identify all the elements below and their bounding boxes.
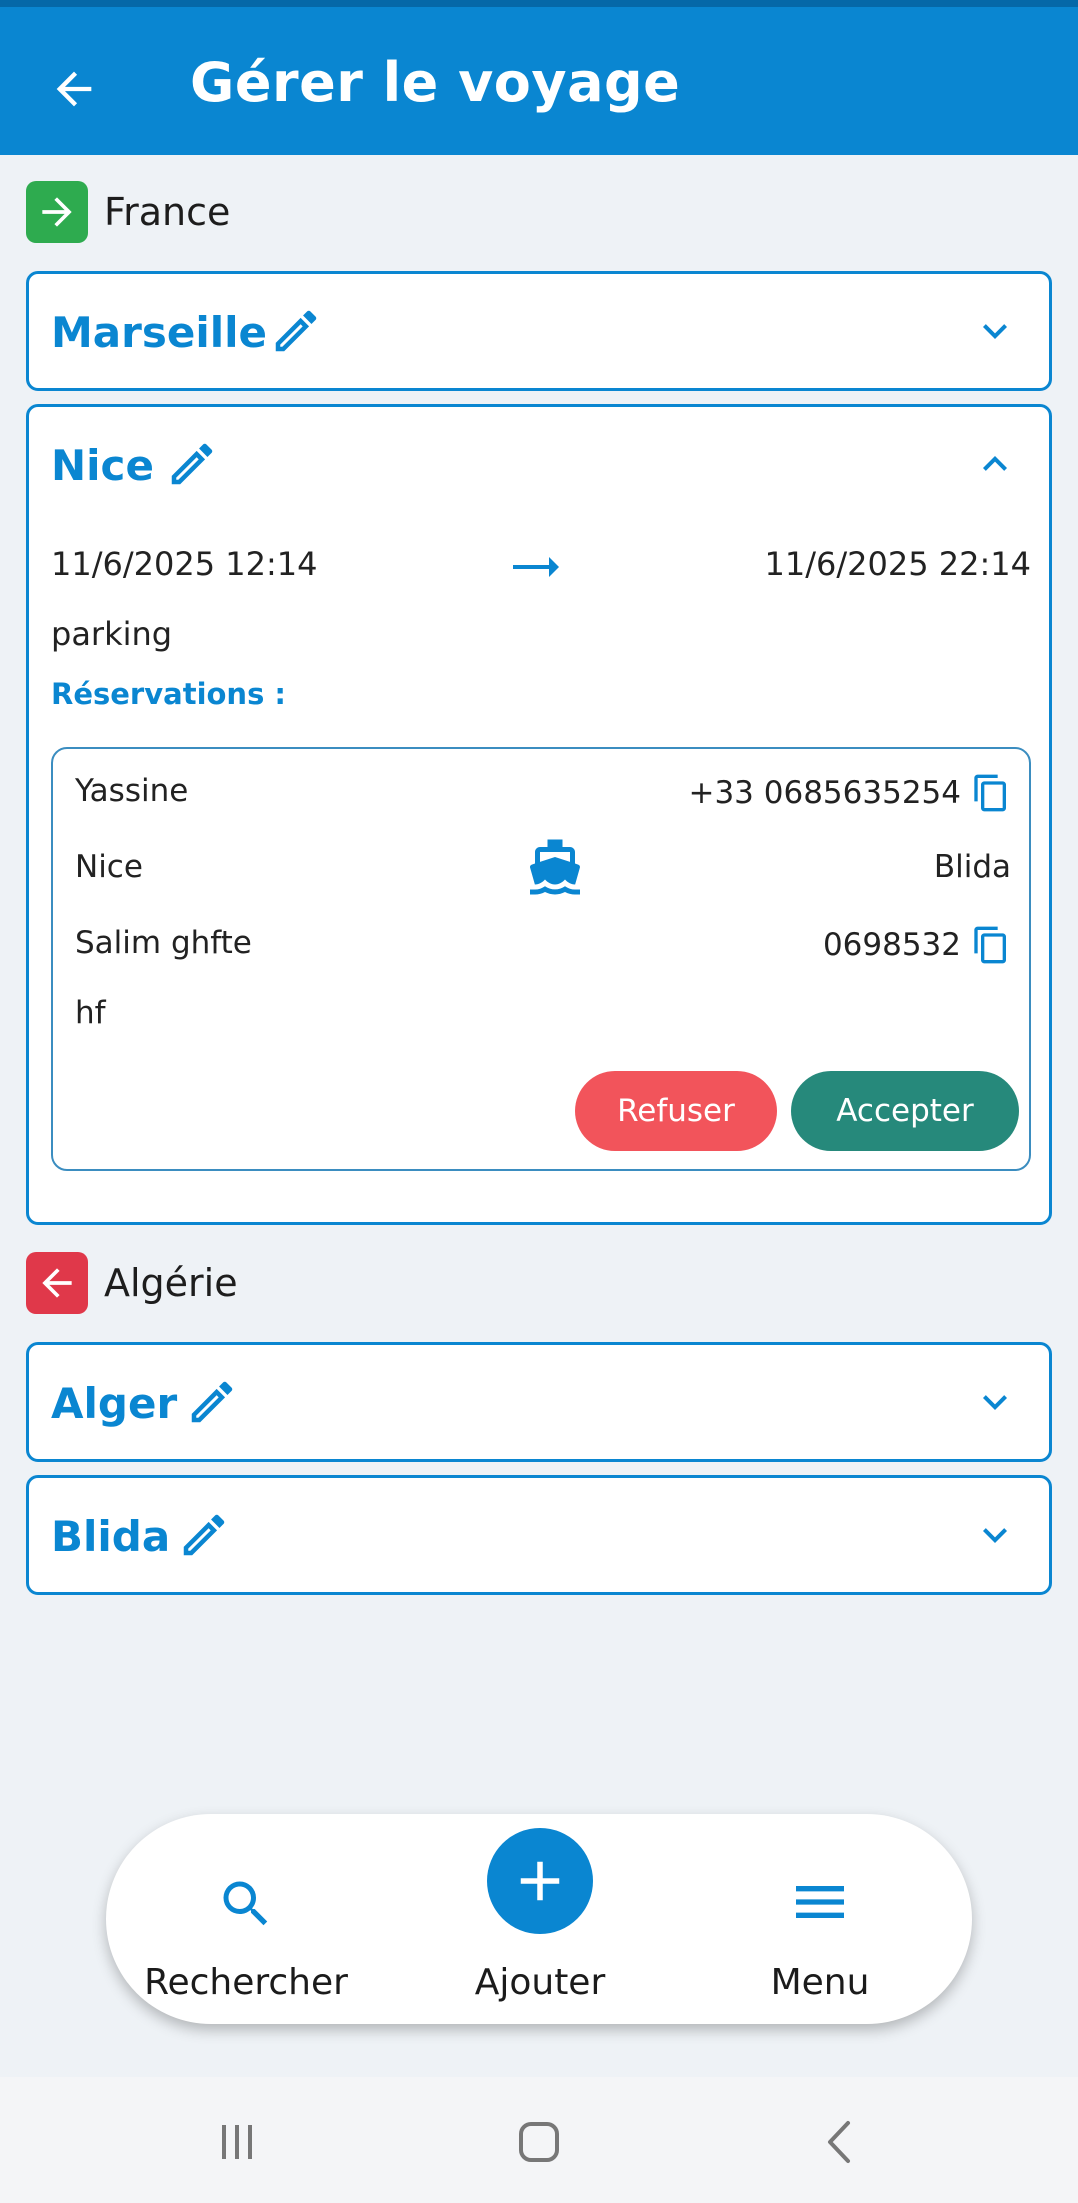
copy-icon[interactable] <box>971 773 1011 813</box>
nav-search[interactable]: Rechercher <box>136 1814 356 2024</box>
stop-card-marseille: Marseille <box>26 271 1052 391</box>
accept-button[interactable]: Accepter <box>791 1071 1019 1151</box>
receiver-phone: 0698532 <box>822 927 961 963</box>
arrow-left-icon <box>56 71 92 107</box>
nav-add-label: Ajouter <box>474 1962 606 2003</box>
system-back-button[interactable] <box>806 2107 876 2177</box>
home-button[interactable] <box>504 2107 574 2177</box>
stop-note: parking <box>51 615 173 653</box>
arrival-time: 11/6/2025 22:14 <box>764 545 1031 583</box>
departure-time: 11/6/2025 12:14 <box>51 545 318 583</box>
chevron-left-icon <box>828 2121 850 2163</box>
chevron-down-icon[interactable] <box>971 307 1019 355</box>
copy-icon[interactable] <box>971 925 1011 965</box>
back-button[interactable] <box>42 57 106 121</box>
sender-phone: +33 0685635254 <box>688 775 961 811</box>
stop-city: Nice <box>51 441 154 490</box>
chevron-down-icon[interactable] <box>971 1511 1019 1559</box>
stop-card-blida: Blida <box>26 1475 1052 1595</box>
nav-menu-label: Menu <box>770 1962 870 2003</box>
pencil-icon[interactable] <box>177 1508 231 1562</box>
route-from: Nice <box>75 849 143 885</box>
chevron-down-icon[interactable] <box>971 1378 1019 1426</box>
reservation-comment: hf <box>75 995 106 1031</box>
app-bar: Gérer le voyage <box>0 0 1078 155</box>
pencil-icon[interactable] <box>269 304 323 358</box>
reservations-label: Réservations : <box>51 677 287 711</box>
nav-add[interactable]: Ajouter <box>430 1814 650 2024</box>
recent-apps-icon <box>222 2125 252 2159</box>
page-title: Gérer le voyage <box>190 51 681 114</box>
stop-header-alger[interactable]: Alger <box>29 1345 1049 1459</box>
hamburger-menu-icon <box>796 1886 844 1918</box>
stop-card-nice: Nice 11/6/2025 12:14 11/6/2025 22:14 par… <box>26 404 1052 1225</box>
stop-header-marseille[interactable]: Marseille <box>29 274 1049 388</box>
stop-header-blida[interactable]: Blida <box>29 1478 1049 1592</box>
nav-search-label: Rechercher <box>144 1962 348 2003</box>
refuse-button[interactable]: Refuser <box>575 1071 777 1151</box>
arrow-right-icon <box>513 557 559 577</box>
arrow-left-icon <box>26 1252 88 1314</box>
stop-city: Alger <box>51 1379 178 1428</box>
pencil-icon[interactable] <box>185 1375 239 1429</box>
search-icon <box>223 1881 268 1926</box>
ship-icon <box>529 839 580 895</box>
country-name: Algérie <box>104 1261 238 1305</box>
route-to: Blida <box>933 849 1011 885</box>
arrow-right-icon <box>26 181 88 243</box>
stop-city: Blida <box>51 1512 171 1561</box>
home-icon <box>519 2122 559 2162</box>
receiver-name: Salim ghfte <box>75 925 252 961</box>
sender-name: Yassine <box>75 773 189 809</box>
pencil-icon[interactable] <box>165 437 219 491</box>
outbound-country-header: France <box>26 181 230 243</box>
stop-header-nice[interactable]: Nice <box>29 407 1049 521</box>
stop-city: Marseille <box>51 308 268 357</box>
system-navigation-bar <box>0 2077 1078 2203</box>
plus-icon <box>520 1861 560 1901</box>
stop-card-alger: Alger <box>26 1342 1052 1462</box>
country-name: France <box>104 190 231 234</box>
return-country-header: Algérie <box>26 1252 238 1314</box>
bottom-navigation: Rechercher Ajouter Menu <box>106 1814 972 2024</box>
add-button[interactable] <box>487 1828 593 1934</box>
reservation-card: Yassine +33 0685635254 Nice Blida Salim … <box>51 747 1031 1171</box>
recent-apps-button[interactable] <box>202 2107 272 2177</box>
nav-menu[interactable]: Menu <box>710 1814 930 2024</box>
chevron-up-icon[interactable] <box>971 440 1019 488</box>
